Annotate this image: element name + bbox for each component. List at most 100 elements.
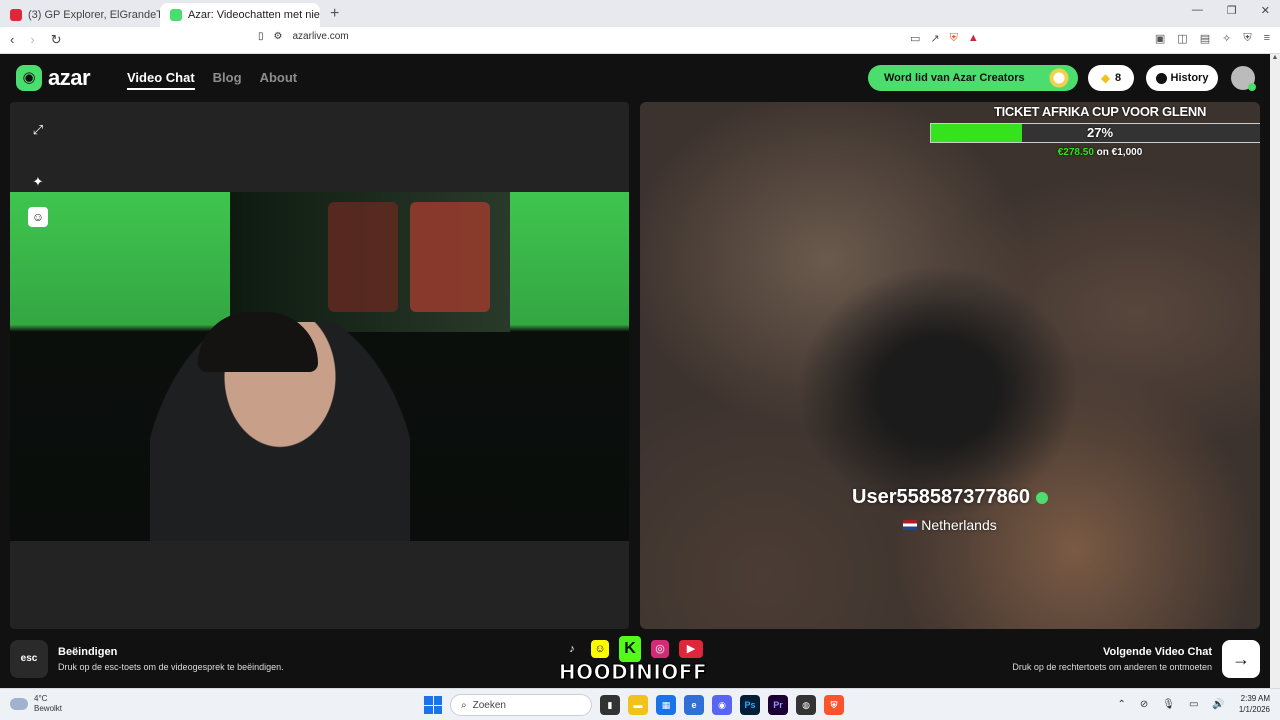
back-icon[interactable]: ‹ xyxy=(10,32,14,48)
site-info-icon[interactable]: ⚙ xyxy=(274,31,283,42)
wallet-icon[interactable]: ▤ xyxy=(1200,32,1210,45)
donation-goal-overlay: TICKET AFRIKA CUP VOOR GLENN 27% €278.50… xyxy=(930,104,1260,158)
weather-widget[interactable]: 4°C Bewolkt xyxy=(10,694,62,714)
effects-sparkle-icon[interactable]: ✦ xyxy=(28,172,48,192)
discord-icon[interactable]: ◉ xyxy=(712,695,732,715)
leo-icon[interactable]: ✧ xyxy=(1222,32,1231,45)
rewards-icon[interactable]: ▲ xyxy=(968,32,979,45)
bookmark-icon[interactable]: ▯ xyxy=(258,31,264,42)
maximize-icon[interactable]: ❐ xyxy=(1227,4,1237,17)
gem-icon: ◆ xyxy=(1100,71,1111,85)
browser-tab-azar[interactable]: Azar: Videochatten met nieu ✕ xyxy=(160,3,320,27)
tiktok-icon: ♪ xyxy=(563,640,581,658)
browser-tools: ▣ ◫ ▤ ✧ ⛨ ≡ xyxy=(1155,32,1270,45)
search-placeholder: Zoeken xyxy=(472,699,506,711)
brave-shield-icon[interactable]: ⛨ xyxy=(950,32,958,45)
taskbar-clock[interactable]: 2:39 AM 1/1/2026 xyxy=(1239,693,1270,715)
main-nav: Video Chat Blog About xyxy=(127,70,297,90)
nav-video-chat[interactable]: Video Chat xyxy=(127,70,195,90)
end-chat-button[interactable]: esc xyxy=(10,640,48,678)
youtube-icon xyxy=(10,9,22,21)
forward-icon[interactable]: › xyxy=(30,32,34,48)
end-chat-info: Beëindigen Druk op de esc-toets om de vi… xyxy=(58,646,284,672)
jersey-image xyxy=(328,202,398,312)
task-view-icon[interactable]: ▮ xyxy=(600,695,620,715)
scroll-up-icon[interactable]: ▲ xyxy=(1270,54,1280,61)
jersey-image xyxy=(410,202,490,312)
windows-taskbar: 4°C Bewolkt ⌕ Zoeken ▮ ▬ ▦ e ◉ Ps Pr ◍ ⛨… xyxy=(0,688,1280,720)
share-icon[interactable]: ↗ xyxy=(930,32,939,45)
stream-overlay: ♪ ☺ K ◎ ▶ HOODINIOFF xyxy=(553,636,713,686)
gems-count: 8 xyxy=(1115,72,1122,84)
premiere-icon[interactable]: Pr xyxy=(768,695,788,715)
network-icon[interactable]: ⊘ xyxy=(1140,699,1148,710)
kick-icon: K xyxy=(619,636,641,662)
reader-icon[interactable]: ▣ xyxy=(1155,32,1165,45)
brave-browser-icon[interactable]: ⛨ xyxy=(824,695,844,715)
sidebar-icon[interactable]: ◫ xyxy=(1177,32,1187,45)
arrow-right-icon: → xyxy=(1232,649,1250,669)
peer-username-text: User558587377860 xyxy=(852,486,1030,508)
edge-icon[interactable]: e xyxy=(684,695,704,715)
azar-favicon-icon xyxy=(170,9,182,21)
weather-text: 4°C Bewolkt xyxy=(34,694,62,714)
cloud-icon xyxy=(10,698,28,710)
history-button[interactable]: History xyxy=(1146,65,1218,91)
browser-address-bar: ‹ › ↻ ▯ ⚙ azarlive.com ▭ ↗ ⛨ ▲ ▣ ◫ ▤ ✧ ⛨… xyxy=(0,27,1280,54)
azar-logo[interactable]: ◉ azar xyxy=(16,65,91,91)
snapchat-icon: ☺ xyxy=(591,640,609,658)
stream-handle: HOODINIOFF xyxy=(558,660,708,685)
obs-icon[interactable]: ◍ xyxy=(796,695,816,715)
close-window-icon[interactable]: ✕ xyxy=(1261,4,1270,17)
tray-chevron-icon[interactable]: ⌃ xyxy=(1117,699,1125,710)
url-text: azarlive.com xyxy=(292,31,349,42)
azar-page: ◉ azar Video Chat Blog About Word lid va… xyxy=(0,54,1270,688)
search-icon: ⌕ xyxy=(461,699,467,711)
volume-icon[interactable]: 🔊 xyxy=(1212,699,1224,710)
donation-raised: €278.50 xyxy=(1057,147,1094,158)
nav-about[interactable]: About xyxy=(260,70,298,90)
netherlands-flag-icon xyxy=(903,520,918,530)
windows-start-icon[interactable] xyxy=(424,696,442,714)
taskbar-search[interactable]: ⌕ Zoeken xyxy=(450,694,592,716)
donation-percent: 27% xyxy=(1086,125,1114,140)
menu-icon[interactable]: ≡ xyxy=(1264,32,1270,45)
new-tab-button[interactable]: + xyxy=(320,3,349,27)
online-status-icon xyxy=(1248,83,1256,91)
peer-username: User558587377860 xyxy=(852,486,1048,509)
store-icon[interactable]: ▦ xyxy=(656,695,676,715)
weather-desc: Bewolkt xyxy=(34,704,63,713)
site-header: ◉ azar Video Chat Blog About Word lid va… xyxy=(0,54,1270,102)
peer-country-text: Netherlands xyxy=(921,517,997,533)
extension-icons: ▭ ↗ ⛨ ▲ xyxy=(910,32,979,45)
face-filter-icon[interactable]: ☺ xyxy=(28,207,48,227)
gems-button[interactable]: ◆ 8 xyxy=(1088,65,1134,91)
instagram-icon: ◎ xyxy=(651,640,669,658)
reload-icon[interactable]: ↻ xyxy=(51,32,62,48)
end-chat-title: Beëindigen xyxy=(58,646,118,658)
photoshop-icon[interactable]: Ps xyxy=(740,695,760,715)
verified-badge-icon xyxy=(1035,491,1048,504)
peer-video-panel: TICKET AFRIKA CUP VOOR GLENN 27% €278.50… xyxy=(640,102,1260,629)
donation-progress-bar: 27% xyxy=(930,123,1260,143)
expand-icon[interactable]: ⤢ xyxy=(28,120,48,140)
social-icons: ♪ ☺ K ◎ ▶ xyxy=(553,636,713,662)
window-controls: — ❐ ✕ xyxy=(1192,4,1270,17)
minimize-icon[interactable]: — xyxy=(1192,4,1203,17)
cast-icon[interactable]: ▭ xyxy=(910,32,920,45)
next-chat-button[interactable]: → xyxy=(1222,640,1260,678)
nav-blog[interactable]: Blog xyxy=(213,70,242,90)
file-explorer-icon[interactable]: ▬ xyxy=(628,695,648,715)
bottom-controls: esc Beëindigen Druk op de esc-toets om d… xyxy=(0,636,1270,688)
page-scrollbar[interactable]: ▲ xyxy=(1270,54,1280,688)
next-chat-title: Volgende Video Chat xyxy=(1103,646,1212,658)
url-field[interactable]: ▯ ⚙ azarlive.com xyxy=(258,31,349,42)
history-label: History xyxy=(1170,72,1209,84)
vpn-icon[interactable]: ⛨ xyxy=(1243,32,1251,45)
profile-avatar[interactable] xyxy=(1231,66,1256,91)
next-chat-hint: Druk op de rechtertoets om anderen te on… xyxy=(1012,662,1212,672)
join-creators-button[interactable]: Word lid van Azar Creators xyxy=(868,65,1078,91)
microphone-icon[interactable]: 🎙 xyxy=(1162,699,1175,710)
browser-tab-youtube[interactable]: (3) GP Explorer, ElGrandeToto, Zed, L xyxy=(0,3,160,27)
display-icon[interactable]: ▭ xyxy=(1189,699,1198,710)
